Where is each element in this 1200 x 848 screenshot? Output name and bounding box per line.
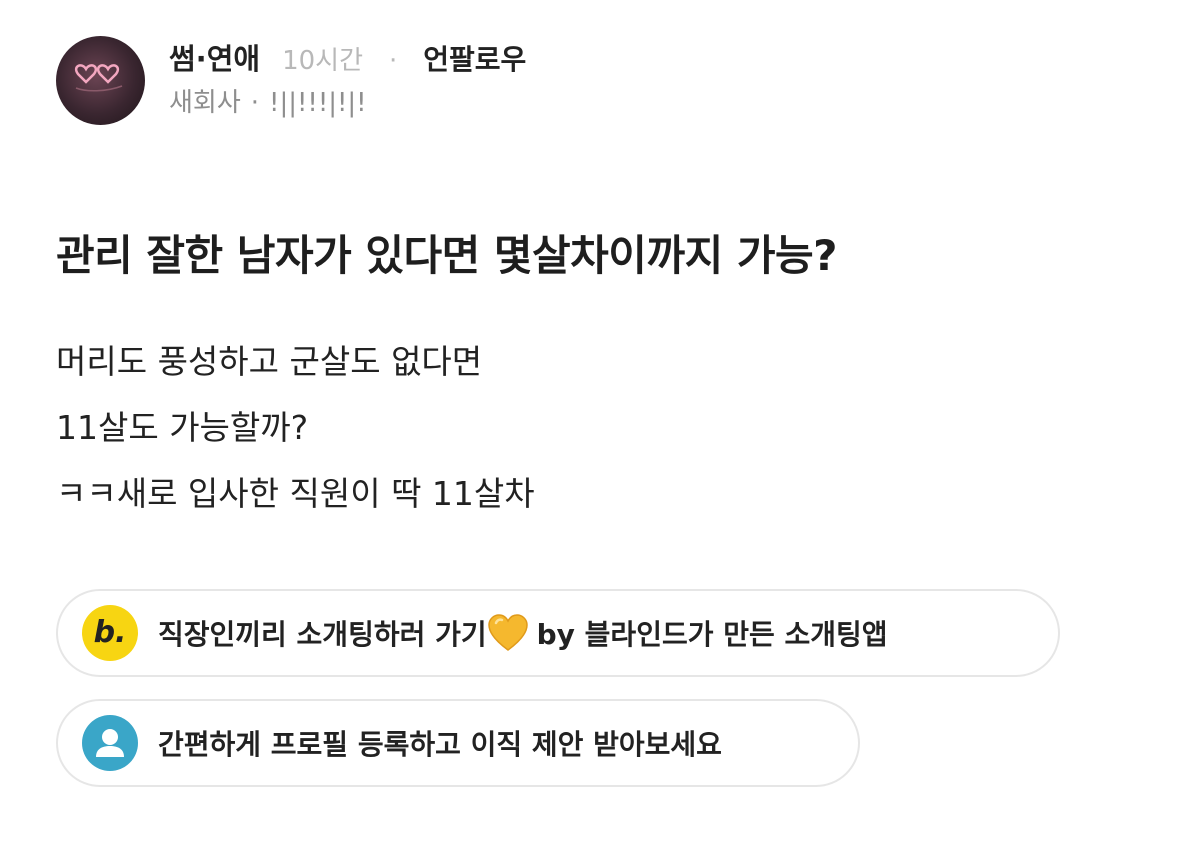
post-meta: 썸·연애 10시간 · 언팔로우 새회사 · !||!!!|!|! [169,36,526,119]
person-silhouette-icon [96,729,124,757]
post-body-line: 머리도 풍성하고 군살도 없다면 [56,342,483,381]
author-nickname[interactable]: !||!!!|!|! [269,88,367,118]
promo-text-main: 직장인끼리 소개팅하러 가기 [158,618,487,651]
blind-dating-promo-button[interactable]: b. 직장인끼리 소개팅하러 가기 by 블라인드가 만든 소개팅앱 [56,589,1060,677]
blind-logo-letter: b. [93,614,127,650]
neon-hearts-icon [74,64,123,92]
yellow-heart-icon [487,614,528,651]
promo-text: 직장인끼리 소개팅하러 가기 by 블라인드가 만든 소개팅앱 [158,613,888,653]
post-time: 10시간 [282,46,363,76]
author-company[interactable]: 새회사 [169,82,241,119]
promo-text: 간편하게 프로필 등록하고 이직 제안 받아보세요 [158,728,722,761]
unfollow-button[interactable]: 언팔로우 [423,38,526,78]
user-profile-icon [82,715,138,771]
job-offer-promo-button[interactable]: 간편하게 프로필 등록하고 이직 제안 받아보세요 [56,699,860,787]
category-link[interactable]: 썸·연애 [169,36,260,78]
promo-text-by: by 블라인드가 만든 소개팅앱 [536,618,888,651]
post-header: 썸·연애 10시간 · 언팔로우 새회사 · !||!!!|!|! [56,36,1156,128]
meta-separator: · [389,46,398,76]
author-separator: · [250,88,260,118]
post-body-line: ㅋㅋ새로 입사한 직원이 딱 11살차 [56,474,535,513]
post-title: 관리 잘한 남자가 있다면 몇살차이까지 가능? [56,231,838,280]
post-body: 머리도 풍성하고 군살도 없다면 11살도 가능할까? ㅋㅋ새로 입사한 직원이… [56,338,535,536]
post-body-line: 11살도 가능할까? [56,408,309,447]
avatar[interactable] [56,36,145,125]
blind-b-logo-icon: b. [82,605,138,661]
